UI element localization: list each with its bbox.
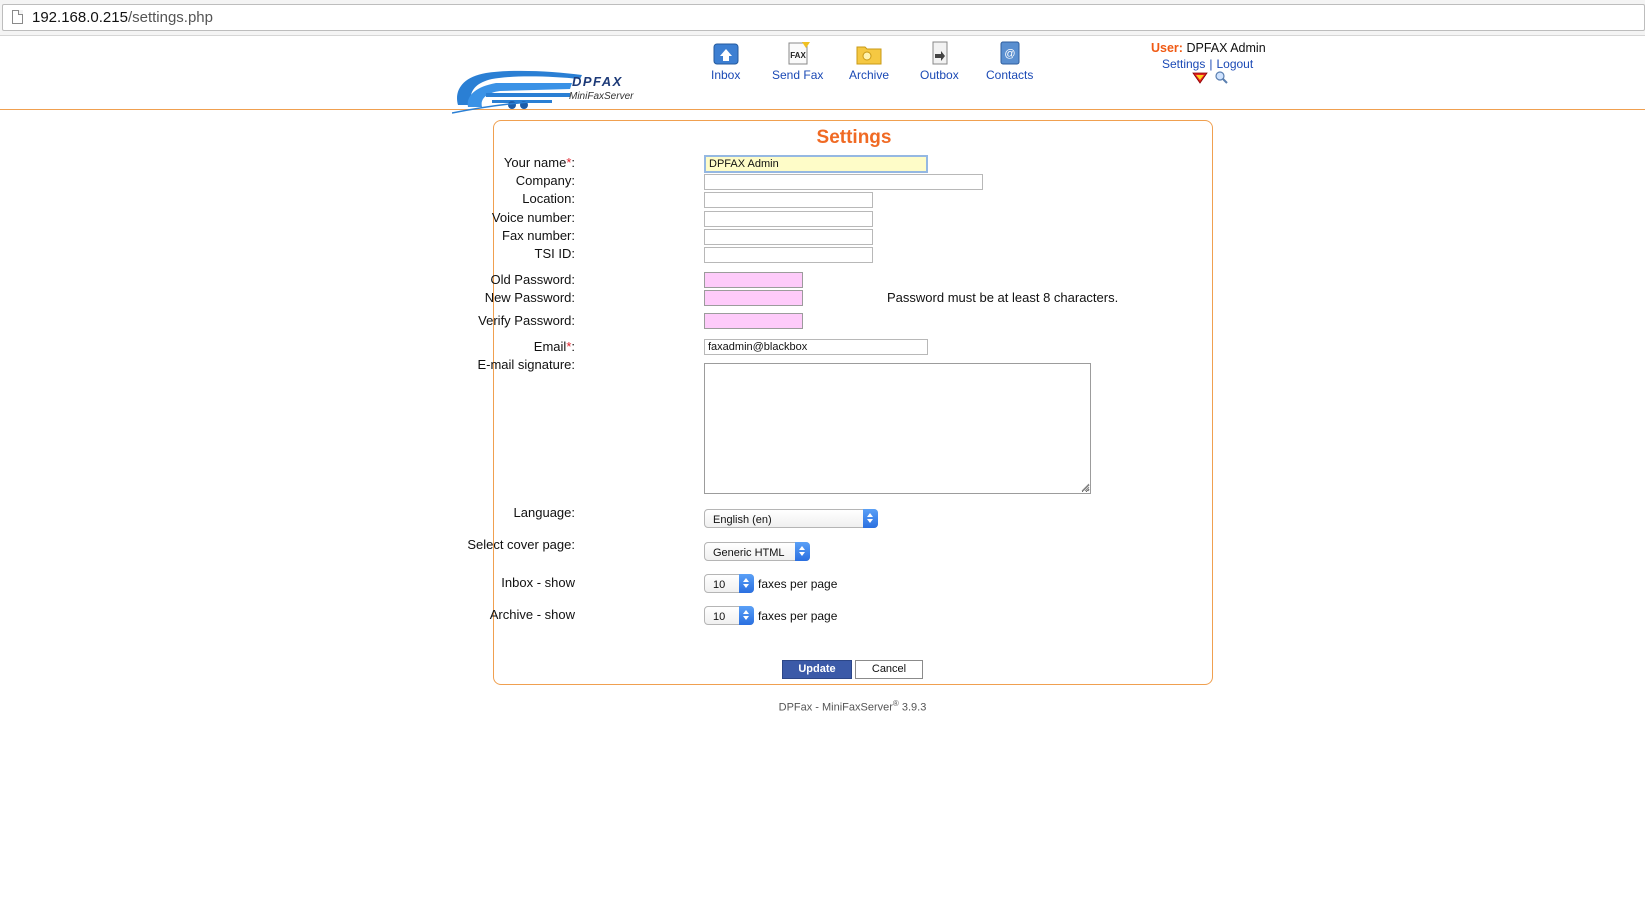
language-select[interactable]: English (en) xyxy=(704,509,878,528)
inbox-per-page-select[interactable]: 10 xyxy=(704,574,754,593)
cancel-button[interactable]: Cancel xyxy=(855,660,923,679)
archive-show-label: Archive - show xyxy=(489,607,575,622)
update-button[interactable]: Update xyxy=(782,660,852,679)
new-password-label: New Password: xyxy=(484,290,575,305)
voice-number-input[interactable] xyxy=(704,211,873,227)
svg-text:FAX: FAX xyxy=(790,51,806,60)
user-name: DPFAX Admin xyxy=(1186,41,1266,55)
archive-per-page-select[interactable]: 10 xyxy=(704,606,754,625)
cover-page-label: Select cover page: xyxy=(467,537,575,552)
user-links: Settings | Logout xyxy=(1162,57,1254,71)
email-signature-label: E-mail signature: xyxy=(477,357,575,372)
page-title: Settings xyxy=(816,127,892,148)
logo-text: DPFAX xyxy=(572,74,623,89)
email-label: Email*: xyxy=(533,339,575,354)
nav-archive[interactable]: Archive xyxy=(849,40,889,82)
logout-link[interactable]: Logout xyxy=(1216,57,1253,71)
user-info: User: DPFAX Admin xyxy=(1151,41,1281,55)
language-flag-icon[interactable] xyxy=(1192,72,1208,84)
new-password-input[interactable] xyxy=(704,290,803,306)
resize-grip-icon[interactable] xyxy=(1081,483,1090,492)
old-password-label: Old Password: xyxy=(490,272,575,287)
language-label: Language: xyxy=(513,505,575,520)
password-hint: Password must be at least 8 characters. xyxy=(887,290,1119,305)
dpfax-logo-icon xyxy=(452,70,582,114)
nav-outbox[interactable]: Outbox xyxy=(920,40,959,82)
tsi-id-label: TSI ID: xyxy=(534,246,575,261)
fax-number-input[interactable] xyxy=(704,229,873,245)
verify-password-input[interactable] xyxy=(704,313,803,329)
cover-page-select[interactable]: Generic HTML xyxy=(704,542,810,561)
select-chevron-icon xyxy=(739,606,754,625)
voice-number-label: Voice number: xyxy=(491,210,575,225)
browser-address-bar: 192.168.0.215/settings.php xyxy=(0,0,1645,36)
email-input[interactable] xyxy=(704,339,928,355)
select-chevron-icon xyxy=(795,542,810,561)
email-signature-textarea[interactable] xyxy=(704,363,1091,494)
fax-number-label: Fax number: xyxy=(502,228,575,243)
url-text[interactable]: 192.168.0.215/settings.php xyxy=(32,9,213,26)
send-fax-icon: FAX xyxy=(788,42,810,65)
svg-text:@: @ xyxy=(1004,48,1015,60)
nav-inbox[interactable]: Inbox xyxy=(711,40,740,82)
tsi-id-input[interactable] xyxy=(704,247,873,263)
inbox-show-label: Inbox - show xyxy=(501,575,575,590)
outbox-icon xyxy=(932,41,948,65)
archive-folder-icon xyxy=(856,46,882,65)
archive-per-page-suffix: faxes per page xyxy=(758,609,838,623)
search-tool-icon[interactable] xyxy=(1214,70,1228,84)
page-icon xyxy=(12,10,23,24)
nav-contacts[interactable]: @ Contacts xyxy=(986,40,1033,82)
select-chevron-icon xyxy=(739,574,754,593)
app-header: DPFAX MiniFaxServer Inbox FAX Send Fax A… xyxy=(0,36,1645,114)
select-chevron-icon xyxy=(863,509,878,528)
footer-version: DPFax - MiniFaxServer® 3.9.3 xyxy=(778,699,927,714)
your-name-input[interactable] xyxy=(704,155,928,173)
contacts-icon: @ xyxy=(1000,41,1020,65)
inbox-icon xyxy=(713,43,739,65)
company-input[interactable] xyxy=(704,174,983,190)
your-name-label: Your name*: xyxy=(503,155,575,170)
old-password-input[interactable] xyxy=(704,272,803,288)
logo-subtext: MiniFaxServer xyxy=(569,91,634,102)
location-label: Location: xyxy=(522,191,575,206)
verify-password-label: Verify Password: xyxy=(478,313,575,328)
location-input[interactable] xyxy=(704,192,873,208)
nav-send-fax[interactable]: FAX Send Fax xyxy=(772,40,823,82)
settings-link[interactable]: Settings xyxy=(1162,57,1205,71)
user-label: User: xyxy=(1151,41,1183,55)
url-field[interactable]: 192.168.0.215/settings.php xyxy=(2,4,1645,31)
inbox-per-page-suffix: faxes per page xyxy=(758,577,838,591)
company-label: Company: xyxy=(515,173,575,188)
